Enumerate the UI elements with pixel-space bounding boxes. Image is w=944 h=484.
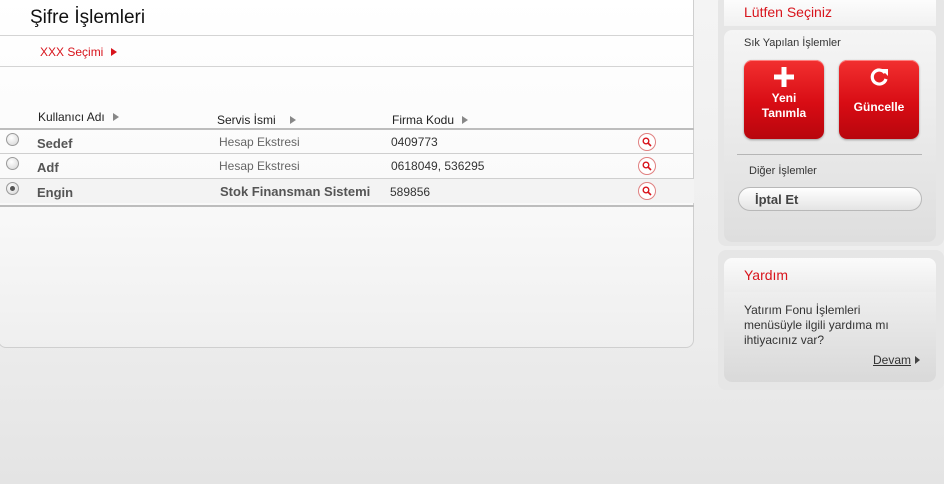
xxx-selection-label: XXX Seçimi [40, 45, 104, 59]
cell-company: 0409773 [391, 135, 438, 149]
frequent-actions-label: Sık Yapılan İşlemler [744, 37, 841, 49]
column-header-service-label: Servis İsmi [217, 113, 276, 127]
actions-panel-title: Lütfen Seçiniz [744, 4, 832, 20]
cell-service: Hesap Ekstresi [219, 159, 300, 173]
table-border [0, 205, 694, 207]
help-panel-title: Yardım [744, 267, 789, 283]
cell-service: Hesap Ekstresi [219, 135, 300, 149]
table-row: Adf Hesap Ekstresi 0618049, 536295 [0, 154, 694, 178]
refresh-icon [870, 68, 888, 86]
sort-arrow-icon [112, 113, 119, 121]
arrow-right-icon [111, 48, 118, 56]
cell-service: Stok Finansman Sistemi [220, 184, 371, 199]
continue-link-label: Devam [873, 353, 912, 367]
row-radio[interactable] [6, 133, 19, 146]
sort-arrow-icon [289, 116, 296, 124]
new-button-line1: Yeni [771, 91, 797, 105]
new-button-line2: Tanımla [761, 106, 807, 120]
magnifier-icon[interactable] [638, 133, 656, 151]
row-radio[interactable] [6, 157, 19, 170]
column-header-company[interactable]: Firma Kodu [392, 113, 469, 127]
continue-link[interactable]: Devam [873, 353, 921, 367]
new-definition-button[interactable]: Yeni Tanımla [744, 60, 824, 139]
update-button[interactable]: Güncelle [839, 60, 919, 139]
plus-icon [774, 67, 794, 87]
cell-company: 0618049, 536295 [391, 159, 485, 173]
magnifier-icon[interactable] [638, 182, 656, 200]
cell-user: Engin [37, 185, 74, 200]
divider [0, 35, 694, 36]
divider [0, 66, 694, 67]
arrow-right-icon [915, 356, 921, 364]
table-row: Engin Stok Finansman Sistemi 589856 [0, 179, 694, 203]
cell-company: 589856 [390, 185, 431, 199]
other-actions-label: Diğer İşlemler [749, 165, 817, 177]
sort-arrow-icon [462, 116, 469, 124]
cell-user: Sedef [37, 136, 73, 151]
table-row: Sedef Hesap Ekstresi 0409773 [0, 130, 694, 154]
help-text: Yatırım Fonu İşlemleri menüsüyle ilgili … [744, 303, 889, 347]
xxx-selection-link[interactable]: XXX Seçimi [40, 45, 118, 59]
cell-user: Adf [37, 160, 59, 175]
cancel-button[interactable]: İptal Et [738, 187, 922, 211]
column-header-company-label: Firma Kodu [392, 113, 455, 127]
magnifier-icon[interactable] [638, 157, 656, 175]
row-radio-selected[interactable] [6, 182, 19, 195]
page-title: Şifre İşlemleri [30, 7, 146, 28]
column-header-service[interactable]: Servis İsmi [217, 113, 296, 127]
column-header-user-label: Kullanıcı Adı [38, 110, 105, 124]
divider [737, 154, 922, 155]
column-header-user[interactable]: Kullanıcı Adı [38, 110, 119, 124]
update-button-label: Güncelle [853, 100, 905, 114]
